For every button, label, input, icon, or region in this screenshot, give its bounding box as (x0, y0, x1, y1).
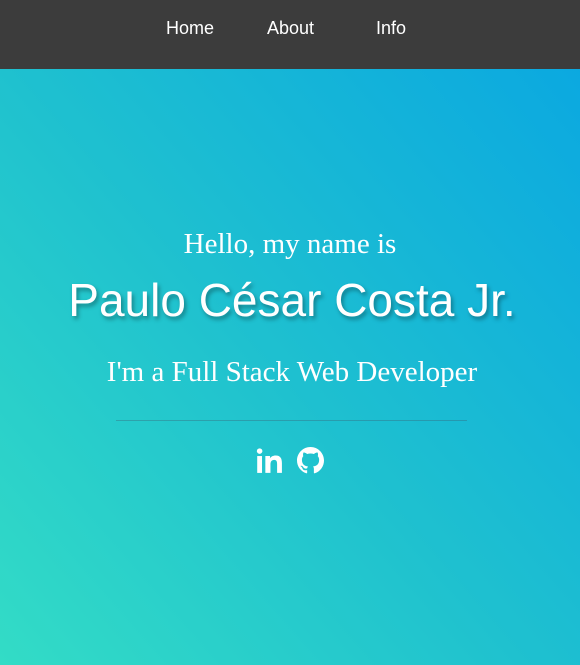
social-links (0, 447, 580, 475)
developer-name: Paulo César Costa Jr. (68, 274, 516, 326)
role-subtitle: I'm a Full Stack Web Developer (106, 356, 478, 388)
greeting-text: Hello, my name is (183, 228, 397, 260)
top-navbar: Home About Info (0, 0, 580, 69)
github-icon[interactable] (297, 447, 325, 474)
nav-link-info[interactable]: Info (376, 18, 406, 38)
nav-link-about[interactable]: About (267, 18, 314, 38)
nav-link-home[interactable]: Home (166, 18, 214, 38)
linkedin-icon[interactable] (256, 447, 283, 474)
divider-line (116, 420, 467, 421)
hero-section: Hello, my name is Paulo César Costa Jr. … (0, 69, 580, 665)
